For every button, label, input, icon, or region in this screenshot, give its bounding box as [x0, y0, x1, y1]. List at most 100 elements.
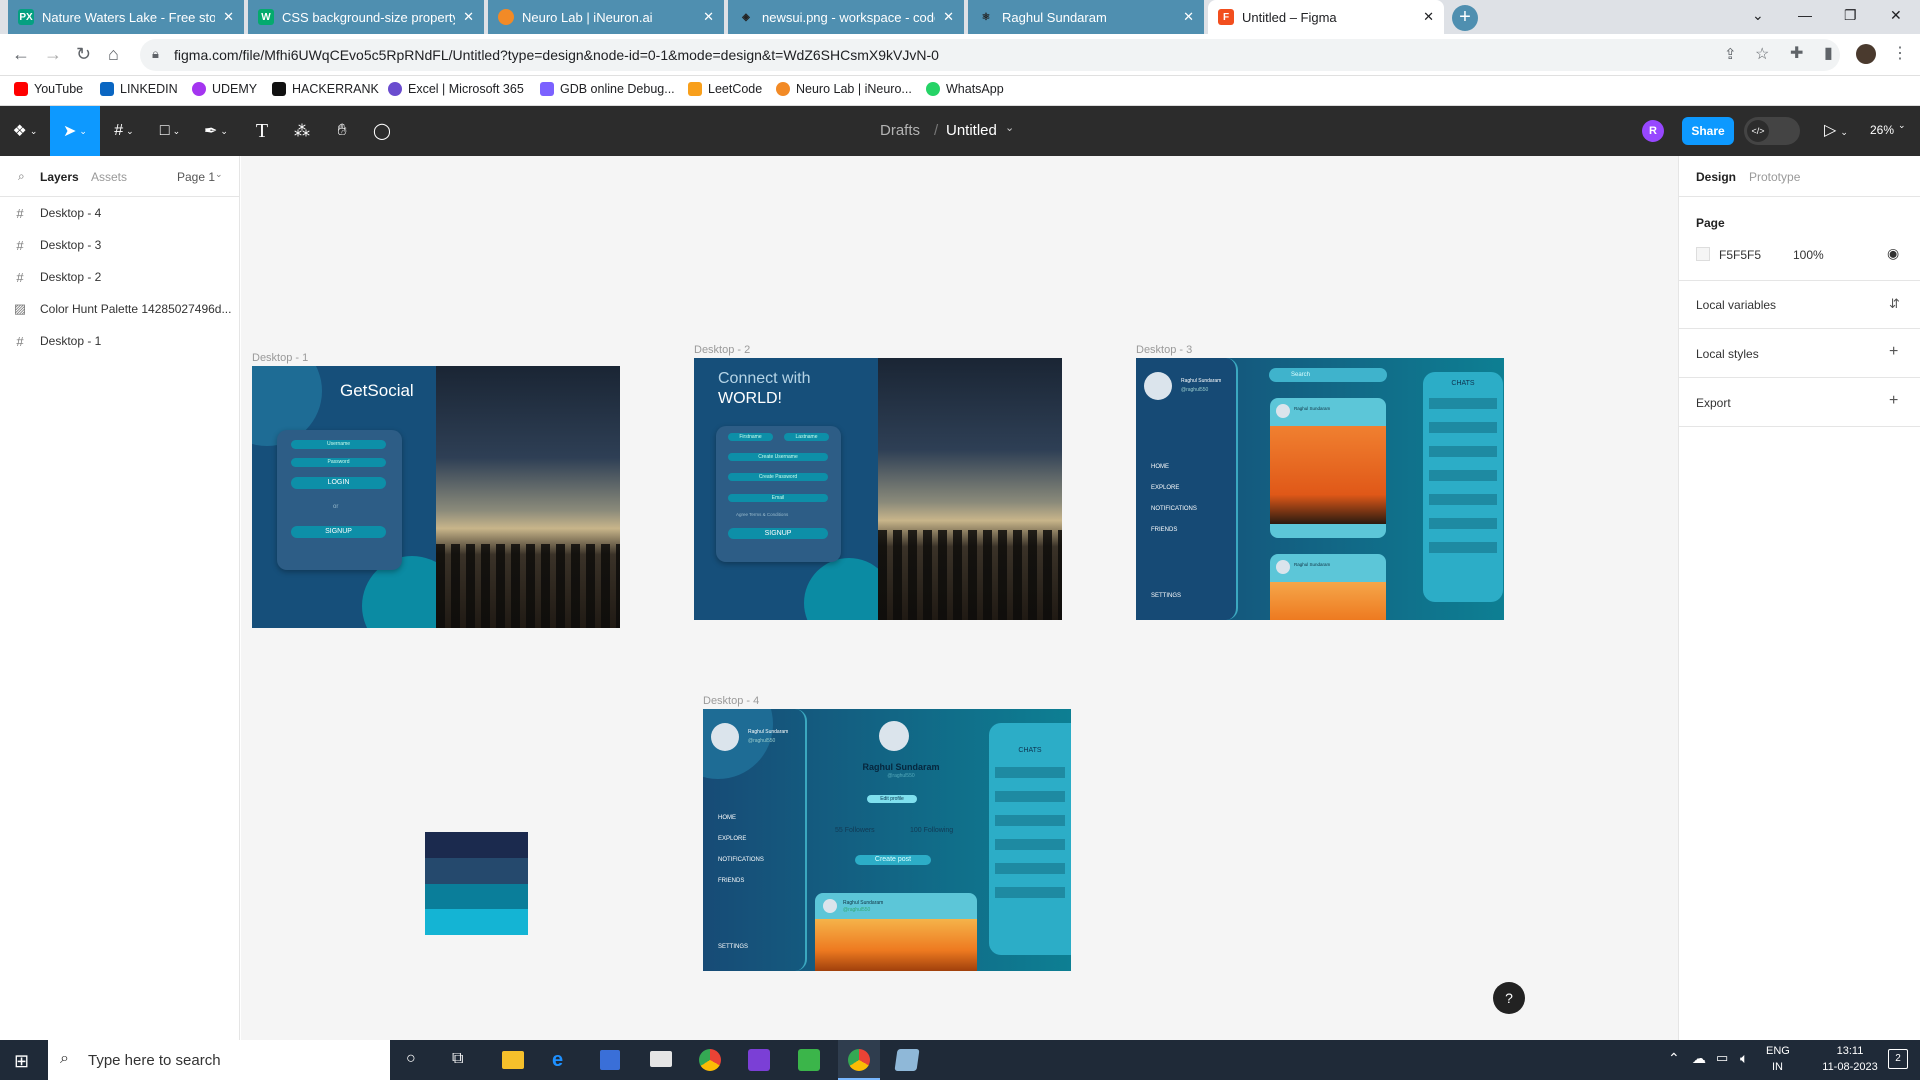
hand-tool-icon[interactable]: ✋︎ — [324, 106, 360, 156]
layer-item[interactable]: # Desktop - 1 — [0, 326, 240, 356]
layer-item[interactable]: ▨ Color Hunt Palette 14285027496d... — [0, 294, 240, 324]
close-icon[interactable]: ✕ — [1183, 9, 1194, 25]
page-selector[interactable]: Page 1 — [177, 170, 215, 184]
tab-css-background[interactable]: W CSS background-size property ✕ — [248, 0, 484, 34]
page-opacity[interactable]: 100% — [1793, 248, 1824, 262]
frame-label[interactable]: Desktop - 4 — [703, 695, 759, 707]
home-icon[interactable]: ⌂ — [108, 44, 119, 65]
help-button[interactable]: ? — [1493, 982, 1525, 1014]
close-icon[interactable]: ✕ — [1423, 9, 1434, 25]
page-color-hex[interactable]: F5F5F5 — [1719, 248, 1761, 262]
nav-home[interactable]: HOME — [718, 815, 736, 821]
chevron-up-icon[interactable]: ⌃ — [1668, 1050, 1680, 1067]
chevron-down-icon[interactable]: ⌄ — [1898, 120, 1906, 131]
color-hunt-palette[interactable] — [425, 832, 528, 935]
breadcrumb-drafts[interactable]: Drafts — [880, 122, 920, 139]
pen-tool-icon[interactable]: ✒ ⌄ — [196, 106, 236, 156]
minimize-button[interactable]: — — [1798, 7, 1812, 23]
nav-notifications[interactable]: NOTIFICATIONS — [718, 857, 764, 863]
close-icon[interactable]: ✕ — [943, 9, 954, 25]
username-input[interactable]: Username — [291, 440, 386, 449]
search-input[interactable]: Search — [1269, 368, 1387, 382]
present-play-icon[interactable]: ▷ ⌄ — [1824, 120, 1848, 140]
sidebar-icon[interactable]: ▮ — [1824, 43, 1833, 63]
nav-notifications[interactable]: NOTIFICATIONS — [1151, 506, 1197, 512]
taskbar-search-box[interactable]: ⌕ Type here to search — [48, 1040, 390, 1080]
frame-label[interactable]: Desktop - 1 — [252, 352, 308, 364]
nav-home[interactable]: HOME — [1151, 464, 1169, 470]
layer-item[interactable]: # Desktop - 4 — [0, 198, 240, 228]
chevron-down-icon[interactable]: ⌄ — [215, 169, 223, 180]
network-icon[interactable]: ▭ — [1716, 1050, 1728, 1066]
close-icon[interactable]: ✕ — [223, 9, 234, 25]
tab-figma[interactable]: F Untitled – Figma ✕ — [1208, 0, 1444, 34]
add-icon[interactable]: + — [1889, 392, 1898, 410]
nav-settings[interactable]: SETTINGS — [1151, 593, 1181, 599]
close-icon[interactable]: ✕ — [703, 9, 714, 25]
app-icon[interactable] — [798, 1049, 820, 1071]
omnibox[interactable]: 🔒︎ figma.com/file/Mfhi6UWqCEvo5c5RpRNdFL… — [140, 39, 1840, 71]
text-tool-icon[interactable]: T — [244, 106, 280, 156]
create-password-input[interactable]: Create Password — [728, 473, 828, 481]
clock-time[interactable]: 13:11 — [1818, 1045, 1882, 1057]
frame-label[interactable]: Desktop - 2 — [694, 344, 750, 356]
forward-arrow-icon[interactable]: → — [44, 44, 62, 65]
cortana-icon[interactable]: ○ — [406, 1050, 416, 1068]
agree-terms-checkbox[interactable]: Agree Terms & Conditions — [736, 512, 788, 517]
chevron-down-icon[interactable]: ⌄ — [1005, 121, 1014, 134]
rectangle-tool-icon[interactable]: □ ⌄ — [150, 106, 190, 156]
tab-layers[interactable]: Layers — [40, 170, 79, 184]
export-label[interactable]: Export — [1696, 396, 1731, 410]
notification-center-icon[interactable]: 2 — [1888, 1049, 1908, 1069]
chrome-icon[interactable] — [699, 1049, 721, 1071]
restore-button[interactable]: ❐ — [1844, 7, 1857, 24]
frame-desktop-3[interactable]: Raghul Sundaram @raghul550 HOME EXPLORE … — [1136, 358, 1504, 620]
tab-assets[interactable]: Assets — [91, 170, 127, 184]
close-window-button[interactable]: ✕ — [1890, 7, 1902, 24]
bookmark-udemy[interactable]: UDEMY — [192, 82, 257, 96]
figma-menu-icon[interactable]: ❖ ⌄ — [0, 106, 50, 156]
login-button[interactable]: LOGIN — [291, 477, 386, 489]
dev-mode-toggle[interactable]: </> — [1744, 117, 1800, 145]
bookmark-gdb[interactable]: GDB online Debug... — [540, 82, 675, 96]
following-count[interactable]: 100 Following — [910, 827, 953, 834]
url-text[interactable]: figma.com/file/Mfhi6UWqCEvo5c5RpRNdFL/Un… — [174, 47, 939, 63]
email-input[interactable]: Email — [728, 494, 828, 502]
frame-label[interactable]: Desktop - 3 — [1136, 344, 1192, 356]
chrome-active-app[interactable] — [838, 1040, 880, 1080]
followers-count[interactable]: 55 Followers — [835, 827, 875, 834]
bookmark-neurolab[interactable]: Neuro Lab | iNeuro... — [776, 82, 912, 96]
bookmark-youtube[interactable]: YouTube — [14, 82, 83, 96]
more-menu-icon[interactable]: ⋮ — [1892, 43, 1908, 63]
edit-profile-button[interactable]: Edit profile — [867, 795, 917, 803]
frame-desktop-1[interactable]: GetSocial Username Password LOGIN or SIG… — [252, 366, 620, 628]
clock-date[interactable]: 11-08-2023 — [1818, 1061, 1882, 1073]
comment-tool-icon[interactable]: ◯ — [364, 106, 400, 156]
eye-icon[interactable]: ◉ — [1887, 245, 1899, 262]
store-icon[interactable] — [600, 1050, 620, 1070]
back-arrow-icon[interactable]: ← — [12, 44, 30, 65]
chat-list[interactable] — [995, 767, 1065, 903]
layer-item[interactable]: # Desktop - 3 — [0, 230, 240, 260]
frame-tool-icon[interactable]: # ⌄ — [104, 106, 144, 156]
components-icon[interactable]: ⁂ — [284, 106, 320, 156]
signup-button[interactable]: SIGNUP — [728, 528, 828, 539]
bookmark-hackerrank[interactable]: HACKERRANK — [272, 82, 379, 96]
frame-desktop-2[interactable]: Connect with WORLD! Firstname Lastname C… — [694, 358, 1062, 620]
tab-nature-waters[interactable]: PX Nature Waters Lake - Free stock ✕ — [8, 0, 244, 34]
onedrive-icon[interactable]: ☁ — [1692, 1050, 1706, 1067]
chat-list[interactable] — [1429, 398, 1497, 558]
bookmark-linkedin[interactable]: LINKEDIN — [100, 82, 178, 96]
visual-studio-icon[interactable] — [748, 1049, 770, 1071]
windows-start-icon[interactable]: ⊞ — [14, 1051, 29, 1072]
language-region[interactable]: IN — [1772, 1061, 1783, 1073]
profile-avatar[interactable] — [1856, 44, 1876, 64]
password-input[interactable]: Password — [291, 458, 386, 467]
reload-icon[interactable]: ↻ — [76, 44, 91, 65]
task-view-icon[interactable]: ⧉ — [452, 1050, 463, 1068]
tab-prototype[interactable]: Prototype — [1749, 170, 1800, 184]
add-icon[interactable]: + — [1889, 343, 1898, 361]
nav-explore[interactable]: EXPLORE — [718, 836, 746, 842]
nav-friends[interactable]: FRIENDS — [1151, 527, 1177, 533]
new-tab-button[interactable]: + — [1452, 5, 1478, 31]
